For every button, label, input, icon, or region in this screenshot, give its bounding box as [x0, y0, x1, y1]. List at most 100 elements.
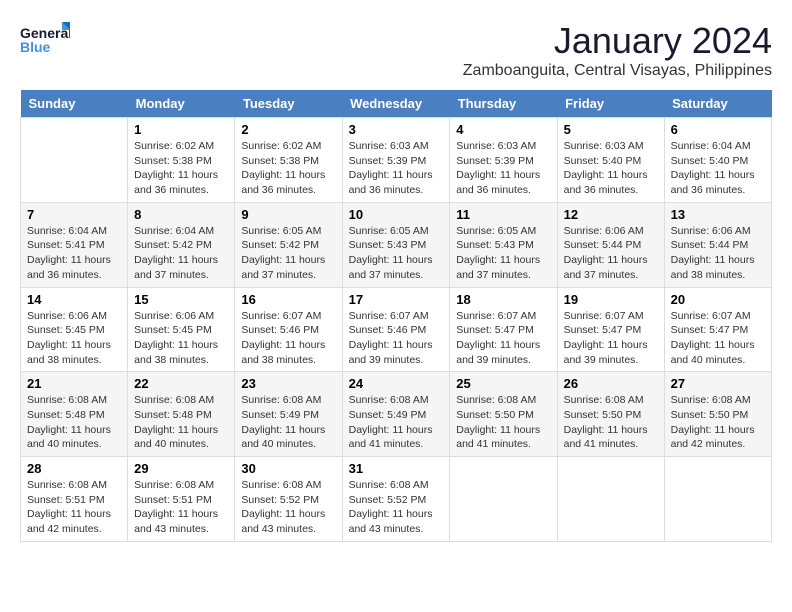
day-info: Sunrise: 6:08 AMSunset: 5:52 PMDaylight:… — [241, 478, 335, 537]
calendar-cell: 21 Sunrise: 6:08 AMSunset: 5:48 PMDayligh… — [21, 372, 128, 457]
day-number: 23 — [241, 376, 335, 391]
day-info: Sunrise: 6:08 AMSunset: 5:50 PMDaylight:… — [564, 393, 658, 452]
header-sunday: Sunday — [21, 90, 128, 118]
calendar-cell: 7 Sunrise: 6:04 AMSunset: 5:41 PMDaylight… — [21, 202, 128, 287]
calendar-cell: 26 Sunrise: 6:08 AMSunset: 5:50 PMDayligh… — [557, 372, 664, 457]
calendar-cell: 31Sunrise: 6:08 AMSunset: 5:52 PMDayligh… — [342, 457, 450, 542]
day-number: 2 — [241, 122, 335, 137]
day-number: 25 — [456, 376, 550, 391]
day-number: 29 — [134, 461, 228, 476]
day-info: Sunrise: 6:04 AMSunset: 5:40 PMDaylight:… — [671, 139, 765, 198]
day-info: Sunrise: 6:02 AMSunset: 5:38 PMDaylight:… — [134, 139, 228, 198]
calendar-table: SundayMondayTuesdayWednesdayThursdayFrid… — [20, 90, 772, 542]
calendar-cell: 17 Sunrise: 6:07 AMSunset: 5:46 PMDayligh… — [342, 287, 450, 372]
title-block: January 2024 Zamboanguita, Central Visay… — [463, 20, 772, 80]
calendar-cell — [21, 118, 128, 203]
day-info: Sunrise: 6:05 AMSunset: 5:43 PMDaylight:… — [456, 224, 550, 283]
logo: General Blue — [20, 20, 70, 60]
calendar-cell: 24 Sunrise: 6:08 AMSunset: 5:49 PMDayligh… — [342, 372, 450, 457]
day-info: Sunrise: 6:06 AMSunset: 5:44 PMDaylight:… — [564, 224, 658, 283]
day-info: Sunrise: 6:06 AMSunset: 5:44 PMDaylight:… — [671, 224, 765, 283]
location-subtitle: Zamboanguita, Central Visayas, Philippin… — [463, 62, 772, 80]
day-info: Sunrise: 6:08 AMSunset: 5:49 PMDaylight:… — [349, 393, 444, 452]
header-wednesday: Wednesday — [342, 90, 450, 118]
day-number: 14 — [27, 292, 121, 307]
day-info: Sunrise: 6:08 AMSunset: 5:48 PMDaylight:… — [27, 393, 121, 452]
day-number: 6 — [671, 122, 765, 137]
day-number: 19 — [564, 292, 658, 307]
day-number: 16 — [241, 292, 335, 307]
calendar-cell: 6 Sunrise: 6:04 AMSunset: 5:40 PMDaylight… — [664, 118, 771, 203]
calendar-cell — [664, 457, 771, 542]
day-info: Sunrise: 6:02 AMSunset: 5:38 PMDaylight:… — [241, 139, 335, 198]
day-info: Sunrise: 6:07 AMSunset: 5:47 PMDaylight:… — [564, 309, 658, 368]
calendar-cell: 25 Sunrise: 6:08 AMSunset: 5:50 PMDayligh… — [450, 372, 557, 457]
calendar-cell: 27 Sunrise: 6:08 AMSunset: 5:50 PMDayligh… — [664, 372, 771, 457]
day-info: Sunrise: 6:07 AMSunset: 5:46 PMDaylight:… — [349, 309, 444, 368]
day-info: Sunrise: 6:05 AMSunset: 5:42 PMDaylight:… — [241, 224, 335, 283]
day-number: 17 — [349, 292, 444, 307]
calendar-cell: 8 Sunrise: 6:04 AMSunset: 5:42 PMDaylight… — [128, 202, 235, 287]
calendar-cell: 1 Sunrise: 6:02 AMSunset: 5:38 PMDaylight… — [128, 118, 235, 203]
day-number: 31 — [349, 461, 444, 476]
day-info: Sunrise: 6:08 AMSunset: 5:51 PMDaylight:… — [27, 478, 121, 537]
day-number: 28 — [27, 461, 121, 476]
week-row-4: 21 Sunrise: 6:08 AMSunset: 5:48 PMDayligh… — [21, 372, 772, 457]
calendar-cell: 9 Sunrise: 6:05 AMSunset: 5:42 PMDaylight… — [235, 202, 342, 287]
day-number: 30 — [241, 461, 335, 476]
day-number: 8 — [134, 207, 228, 222]
day-number: 22 — [134, 376, 228, 391]
header-saturday: Saturday — [664, 90, 771, 118]
calendar-cell: 29 Sunrise: 6:08 AMSunset: 5:51 PMDayligh… — [128, 457, 235, 542]
day-number: 26 — [564, 376, 658, 391]
calendar-cell: 22 Sunrise: 6:08 AMSunset: 5:48 PMDayligh… — [128, 372, 235, 457]
calendar-cell: 19 Sunrise: 6:07 AMSunset: 5:47 PMDayligh… — [557, 287, 664, 372]
calendar-cell — [557, 457, 664, 542]
calendar-cell: 3 Sunrise: 6:03 AMSunset: 5:39 PMDaylight… — [342, 118, 450, 203]
svg-text:Blue: Blue — [20, 39, 51, 55]
day-number: 1 — [134, 122, 228, 137]
day-info: Sunrise: 6:05 AMSunset: 5:43 PMDaylight:… — [349, 224, 444, 283]
day-number: 4 — [456, 122, 550, 137]
week-row-3: 14 Sunrise: 6:06 AMSunset: 5:45 PMDayligh… — [21, 287, 772, 372]
day-info: Sunrise: 6:03 AMSunset: 5:39 PMDaylight:… — [349, 139, 444, 198]
day-number: 9 — [241, 207, 335, 222]
day-number: 27 — [671, 376, 765, 391]
day-number: 24 — [349, 376, 444, 391]
day-info: Sunrise: 6:08 AMSunset: 5:50 PMDaylight:… — [456, 393, 550, 452]
day-info: Sunrise: 6:08 AMSunset: 5:48 PMDaylight:… — [134, 393, 228, 452]
day-info: Sunrise: 6:07 AMSunset: 5:47 PMDaylight:… — [671, 309, 765, 368]
day-number: 13 — [671, 207, 765, 222]
day-info: Sunrise: 6:07 AMSunset: 5:46 PMDaylight:… — [241, 309, 335, 368]
day-info: Sunrise: 6:04 AMSunset: 5:42 PMDaylight:… — [134, 224, 228, 283]
day-number: 10 — [349, 207, 444, 222]
day-info: Sunrise: 6:04 AMSunset: 5:41 PMDaylight:… — [27, 224, 121, 283]
day-number: 3 — [349, 122, 444, 137]
day-info: Sunrise: 6:06 AMSunset: 5:45 PMDaylight:… — [134, 309, 228, 368]
calendar-cell: 20 Sunrise: 6:07 AMSunset: 5:47 PMDayligh… — [664, 287, 771, 372]
header-monday: Monday — [128, 90, 235, 118]
day-number: 11 — [456, 207, 550, 222]
day-number: 18 — [456, 292, 550, 307]
calendar-cell: 28 Sunrise: 6:08 AMSunset: 5:51 PMDayligh… — [21, 457, 128, 542]
day-number: 15 — [134, 292, 228, 307]
day-info: Sunrise: 6:03 AMSunset: 5:39 PMDaylight:… — [456, 139, 550, 198]
day-info: Sunrise: 6:03 AMSunset: 5:40 PMDaylight:… — [564, 139, 658, 198]
calendar-cell — [450, 457, 557, 542]
calendar-cell: 23Sunrise: 6:08 AMSunset: 5:49 PMDayligh… — [235, 372, 342, 457]
day-info: Sunrise: 6:08 AMSunset: 5:51 PMDaylight:… — [134, 478, 228, 537]
calendar-cell: 5Sunrise: 6:03 AMSunset: 5:40 PMDaylight… — [557, 118, 664, 203]
calendar-header-row: SundayMondayTuesdayWednesdayThursdayFrid… — [21, 90, 772, 118]
calendar-cell: 13 Sunrise: 6:06 AMSunset: 5:44 PMDayligh… — [664, 202, 771, 287]
header-tuesday: Tuesday — [235, 90, 342, 118]
day-number: 21 — [27, 376, 121, 391]
day-info: Sunrise: 6:08 AMSunset: 5:50 PMDaylight:… — [671, 393, 765, 452]
calendar-cell: 10 Sunrise: 6:05 AMSunset: 5:43 PMDayligh… — [342, 202, 450, 287]
day-number: 20 — [671, 292, 765, 307]
day-number: 7 — [27, 207, 121, 222]
week-row-1: 1 Sunrise: 6:02 AMSunset: 5:38 PMDaylight… — [21, 118, 772, 203]
calendar-cell: 30 Sunrise: 6:08 AMSunset: 5:52 PMDayligh… — [235, 457, 342, 542]
header-thursday: Thursday — [450, 90, 557, 118]
week-row-2: 7 Sunrise: 6:04 AMSunset: 5:41 PMDaylight… — [21, 202, 772, 287]
day-info: Sunrise: 6:07 AMSunset: 5:47 PMDaylight:… — [456, 309, 550, 368]
